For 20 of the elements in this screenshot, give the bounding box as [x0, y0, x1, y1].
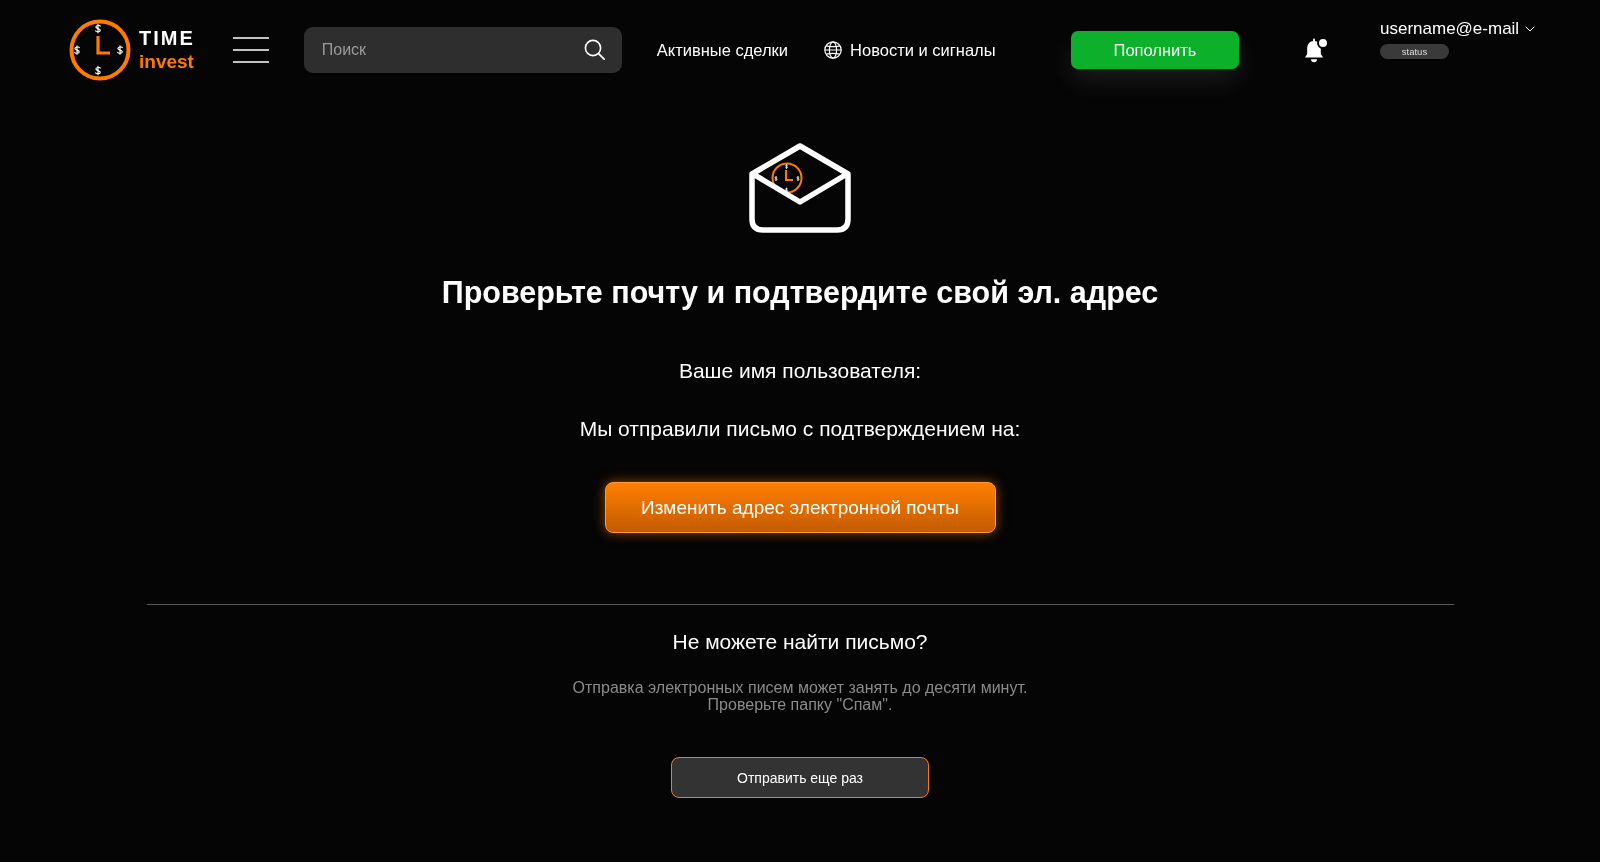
clock-logo-icon	[69, 19, 131, 81]
resend-button[interactable]: Отправить еще раз	[671, 757, 929, 798]
bell-icon[interactable]	[1302, 37, 1326, 63]
brand-name: TIME	[139, 26, 195, 50]
menu-icon[interactable]	[232, 37, 269, 63]
sent-to-label: Мы отправили письмо с подтверждением на:	[579, 417, 1021, 441]
search-icon[interactable]	[583, 39, 605, 60]
page-title: Проверьте почту и подтвердите свой эл. адрес	[441, 274, 1159, 310]
account-status: status	[1380, 44, 1449, 59]
brand-tagline: invest	[139, 50, 195, 74]
chevron-down-icon	[1525, 26, 1536, 32]
globe-icon	[824, 41, 843, 59]
help-title: Не можете найти письмо?	[672, 630, 928, 654]
help-text: Отправка электронных писем может занять до десяти минут. Проверьте папку "Спам".	[572, 679, 1028, 713]
username-label: Ваше имя пользователя:	[678, 359, 922, 383]
search-field[interactable]: Поиск	[303, 27, 622, 73]
envelope-icon	[749, 143, 851, 233]
account-menu[interactable]: username@e-mail	[1380, 19, 1536, 39]
nav-link[interactable]: Активные сделки	[656, 40, 789, 60]
nav-link[interactable]: Новости и сигналы	[824, 40, 996, 60]
